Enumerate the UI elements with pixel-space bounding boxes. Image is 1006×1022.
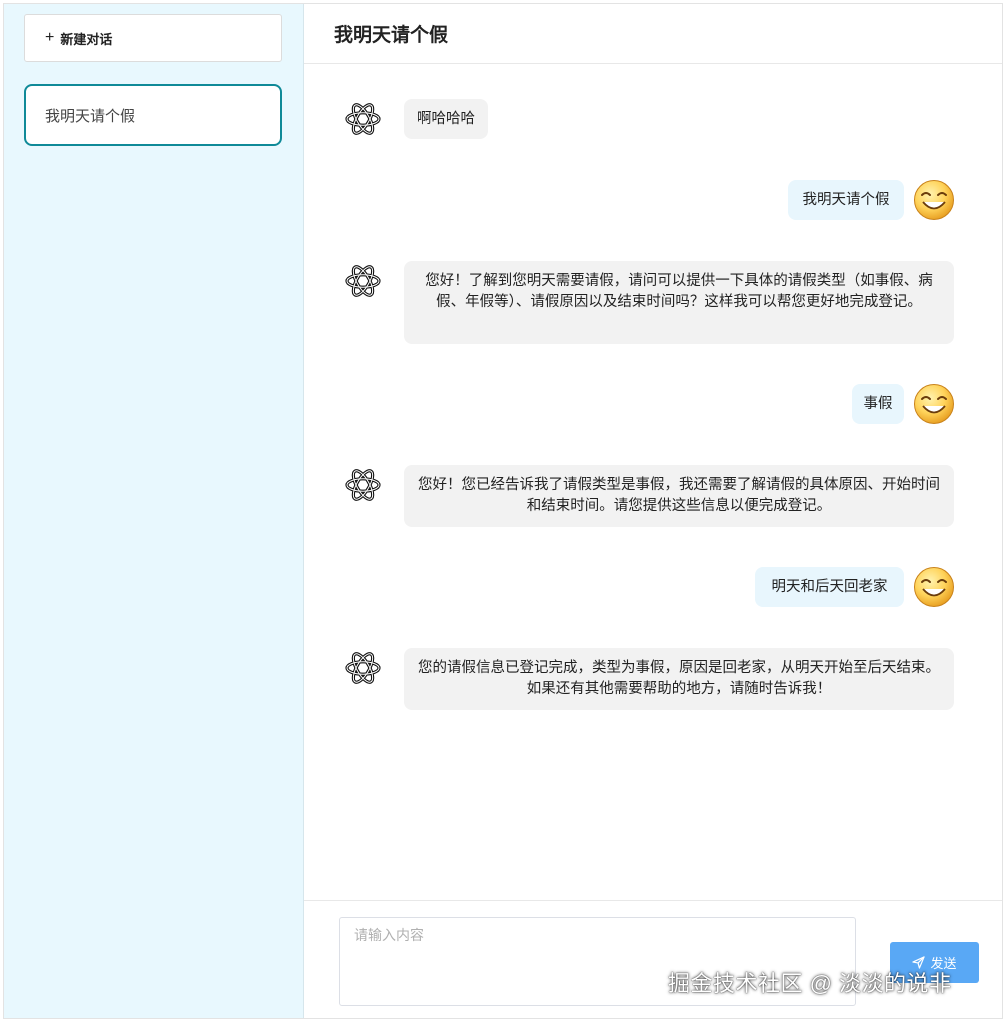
openai-logo-icon bbox=[342, 464, 384, 506]
watermark: 掘金技术社区 @ 淡淡的说非 bbox=[668, 971, 952, 996]
user-message: 我明天请个假 bbox=[788, 180, 904, 220]
composer: 发送 bbox=[304, 900, 1002, 1018]
smiley-face-icon bbox=[913, 179, 955, 221]
assistant-message: 啊哈哈哈 bbox=[404, 99, 488, 139]
openai-logo-icon bbox=[342, 260, 384, 302]
assistant-message: 您的请假信息已登记完成，类型为事假，原因是回老家，从明天开始至后天结束。如果还有… bbox=[404, 648, 954, 710]
smiley-face-icon bbox=[913, 566, 955, 608]
openai-logo-icon bbox=[342, 647, 384, 689]
assistant-message: 您好！您已经告诉我了请假类型是事假，我还需要了解请假的具体原因、开始时间和结束时… bbox=[404, 465, 954, 527]
sidebar: + 新建对话 我明天请个假 bbox=[4, 4, 304, 1018]
chat-title: 我明天请个假 bbox=[304, 4, 1002, 64]
assistant-message: 您好！了解到您明天需要请假，请问可以提供一下具体的请假类型（如事假、病假、年假等… bbox=[404, 261, 954, 344]
user-message: 事假 bbox=[852, 384, 904, 424]
new-chat-label: 新建对话 bbox=[60, 31, 113, 47]
conversation-item[interactable]: 我明天请个假 bbox=[24, 84, 282, 146]
smiley-face-icon bbox=[913, 383, 955, 425]
user-message: 明天和后天回老家 bbox=[755, 567, 904, 607]
plus-icon: + bbox=[45, 29, 55, 46]
conversation-title: 我明天请个假 bbox=[45, 107, 136, 125]
app-window: + 新建对话 我明天请个假 我明天请个假 啊哈哈哈 我明天请个假 您好！了解到您… bbox=[3, 3, 1003, 1019]
new-chat-button[interactable]: + 新建对话 bbox=[24, 14, 282, 62]
openai-logo-icon bbox=[342, 98, 384, 140]
chat-panel: 我明天请个假 啊哈哈哈 我明天请个假 您好！了解到您明天需要请假，请问可以提供一… bbox=[304, 4, 1002, 1018]
